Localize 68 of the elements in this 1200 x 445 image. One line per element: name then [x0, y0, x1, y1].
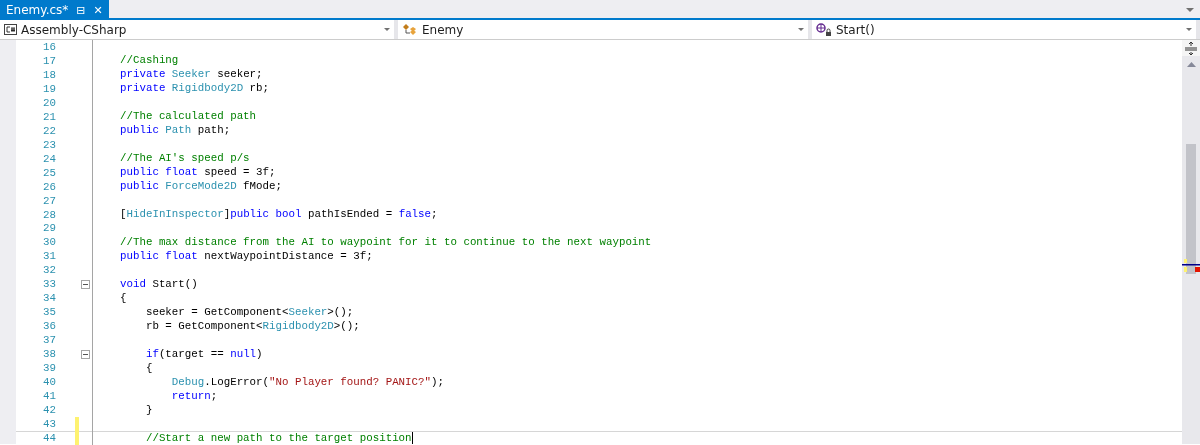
- line-number: 39: [42, 361, 56, 377]
- collapse-icon[interactable]: [81, 349, 90, 359]
- pin-icon[interactable]: ⊟: [76, 4, 86, 16]
- code-line: public float nextWaypointDistance = 3f;: [120, 250, 373, 263]
- project-icon: [4, 24, 17, 35]
- line-number: 27: [42, 193, 56, 209]
- file-tab[interactable]: Enemy.cs* ⊟ ✕: [0, 0, 109, 20]
- line-number: 25: [42, 165, 56, 181]
- close-icon[interactable]: ✕: [93, 4, 103, 16]
- line-number: 42: [42, 403, 56, 419]
- line-number: 33: [42, 277, 56, 293]
- code-line: //Start a new path to the target position: [144, 431, 413, 445]
- line-number: 41: [42, 389, 56, 405]
- line-number: 35: [42, 305, 56, 321]
- code-line: public float speed = 3f;: [120, 166, 276, 180]
- line-number: 29: [42, 221, 56, 237]
- code-line: return;: [170, 389, 218, 403]
- line-number: 20: [42, 95, 56, 111]
- collapse-icon[interactable]: [81, 279, 90, 289]
- code-line: }: [144, 403, 153, 417]
- code-line: public ForceMode2D fMode;: [120, 180, 282, 194]
- code-line: //The calculated path: [120, 110, 257, 124]
- line-number: 44: [42, 431, 56, 445]
- line-number: 38: [42, 347, 56, 363]
- code-line: {: [144, 361, 153, 375]
- scroll-up-arrow-icon[interactable]: [1186, 62, 1196, 67]
- method-lock-icon: [816, 22, 832, 37]
- scrollbar-markers-drawing: [1182, 259, 1200, 273]
- vertical-scrollbar[interactable]: [1182, 40, 1200, 444]
- line-number: 26: [42, 179, 56, 195]
- code-line: private Rigidbody2D rb;: [120, 82, 270, 96]
- code-line: public Path path;: [120, 124, 231, 138]
- line-number: 40: [42, 375, 56, 391]
- line-number: 37: [42, 333, 56, 349]
- tab-label: Enemy.cs*: [6, 2, 69, 19]
- caret-icon: [384, 28, 390, 31]
- line-number: 34: [42, 291, 56, 307]
- code-line: //The AI's speed p/s: [120, 152, 250, 166]
- line-number: 28: [42, 207, 56, 223]
- line-number: 30: [42, 235, 56, 251]
- scrollbar-thumb[interactable]: [1186, 144, 1196, 274]
- code-line: private Seeker seeker;: [120, 68, 263, 82]
- line-number: 21: [42, 109, 56, 125]
- caret-icon: [1186, 28, 1192, 31]
- code-line: //Cashing: [120, 54, 179, 68]
- line-number: 23: [42, 137, 56, 153]
- code-line: if(target == null): [144, 347, 263, 361]
- line-number: 32: [42, 263, 56, 279]
- class-icon: [402, 23, 418, 36]
- line-number: 22: [42, 123, 56, 139]
- splitter-icon[interactable]: [1182, 40, 1200, 56]
- line-number: 18: [42, 67, 56, 83]
- code-line: rb = GetComponent<Rigidbody2D>();: [144, 319, 360, 333]
- code-line: {: [120, 291, 127, 305]
- code-line: //The max distance from the AI to waypoint for it to continue to the next waypoint: [120, 236, 652, 250]
- caret-icon: [798, 28, 804, 31]
- code-line: seeker = GetComponent<Seeker>();: [144, 305, 354, 319]
- code-line: Debug.LogError("No Player found? PANIC?");: [170, 375, 444, 389]
- line-number: 17: [42, 53, 56, 69]
- code-line: void Start(): [120, 277, 198, 291]
- line-number: 43: [42, 417, 56, 433]
- line-number: 24: [42, 151, 56, 167]
- line-number: 16: [42, 39, 56, 55]
- dropdown-arrow-icon[interactable]: [1186, 8, 1194, 13]
- line-number: 19: [42, 81, 56, 97]
- code-line: [HideInInspector]public bool pathIsEnded = false;: [120, 208, 438, 222]
- line-number: 36: [42, 319, 56, 335]
- line-number: 31: [42, 249, 56, 265]
